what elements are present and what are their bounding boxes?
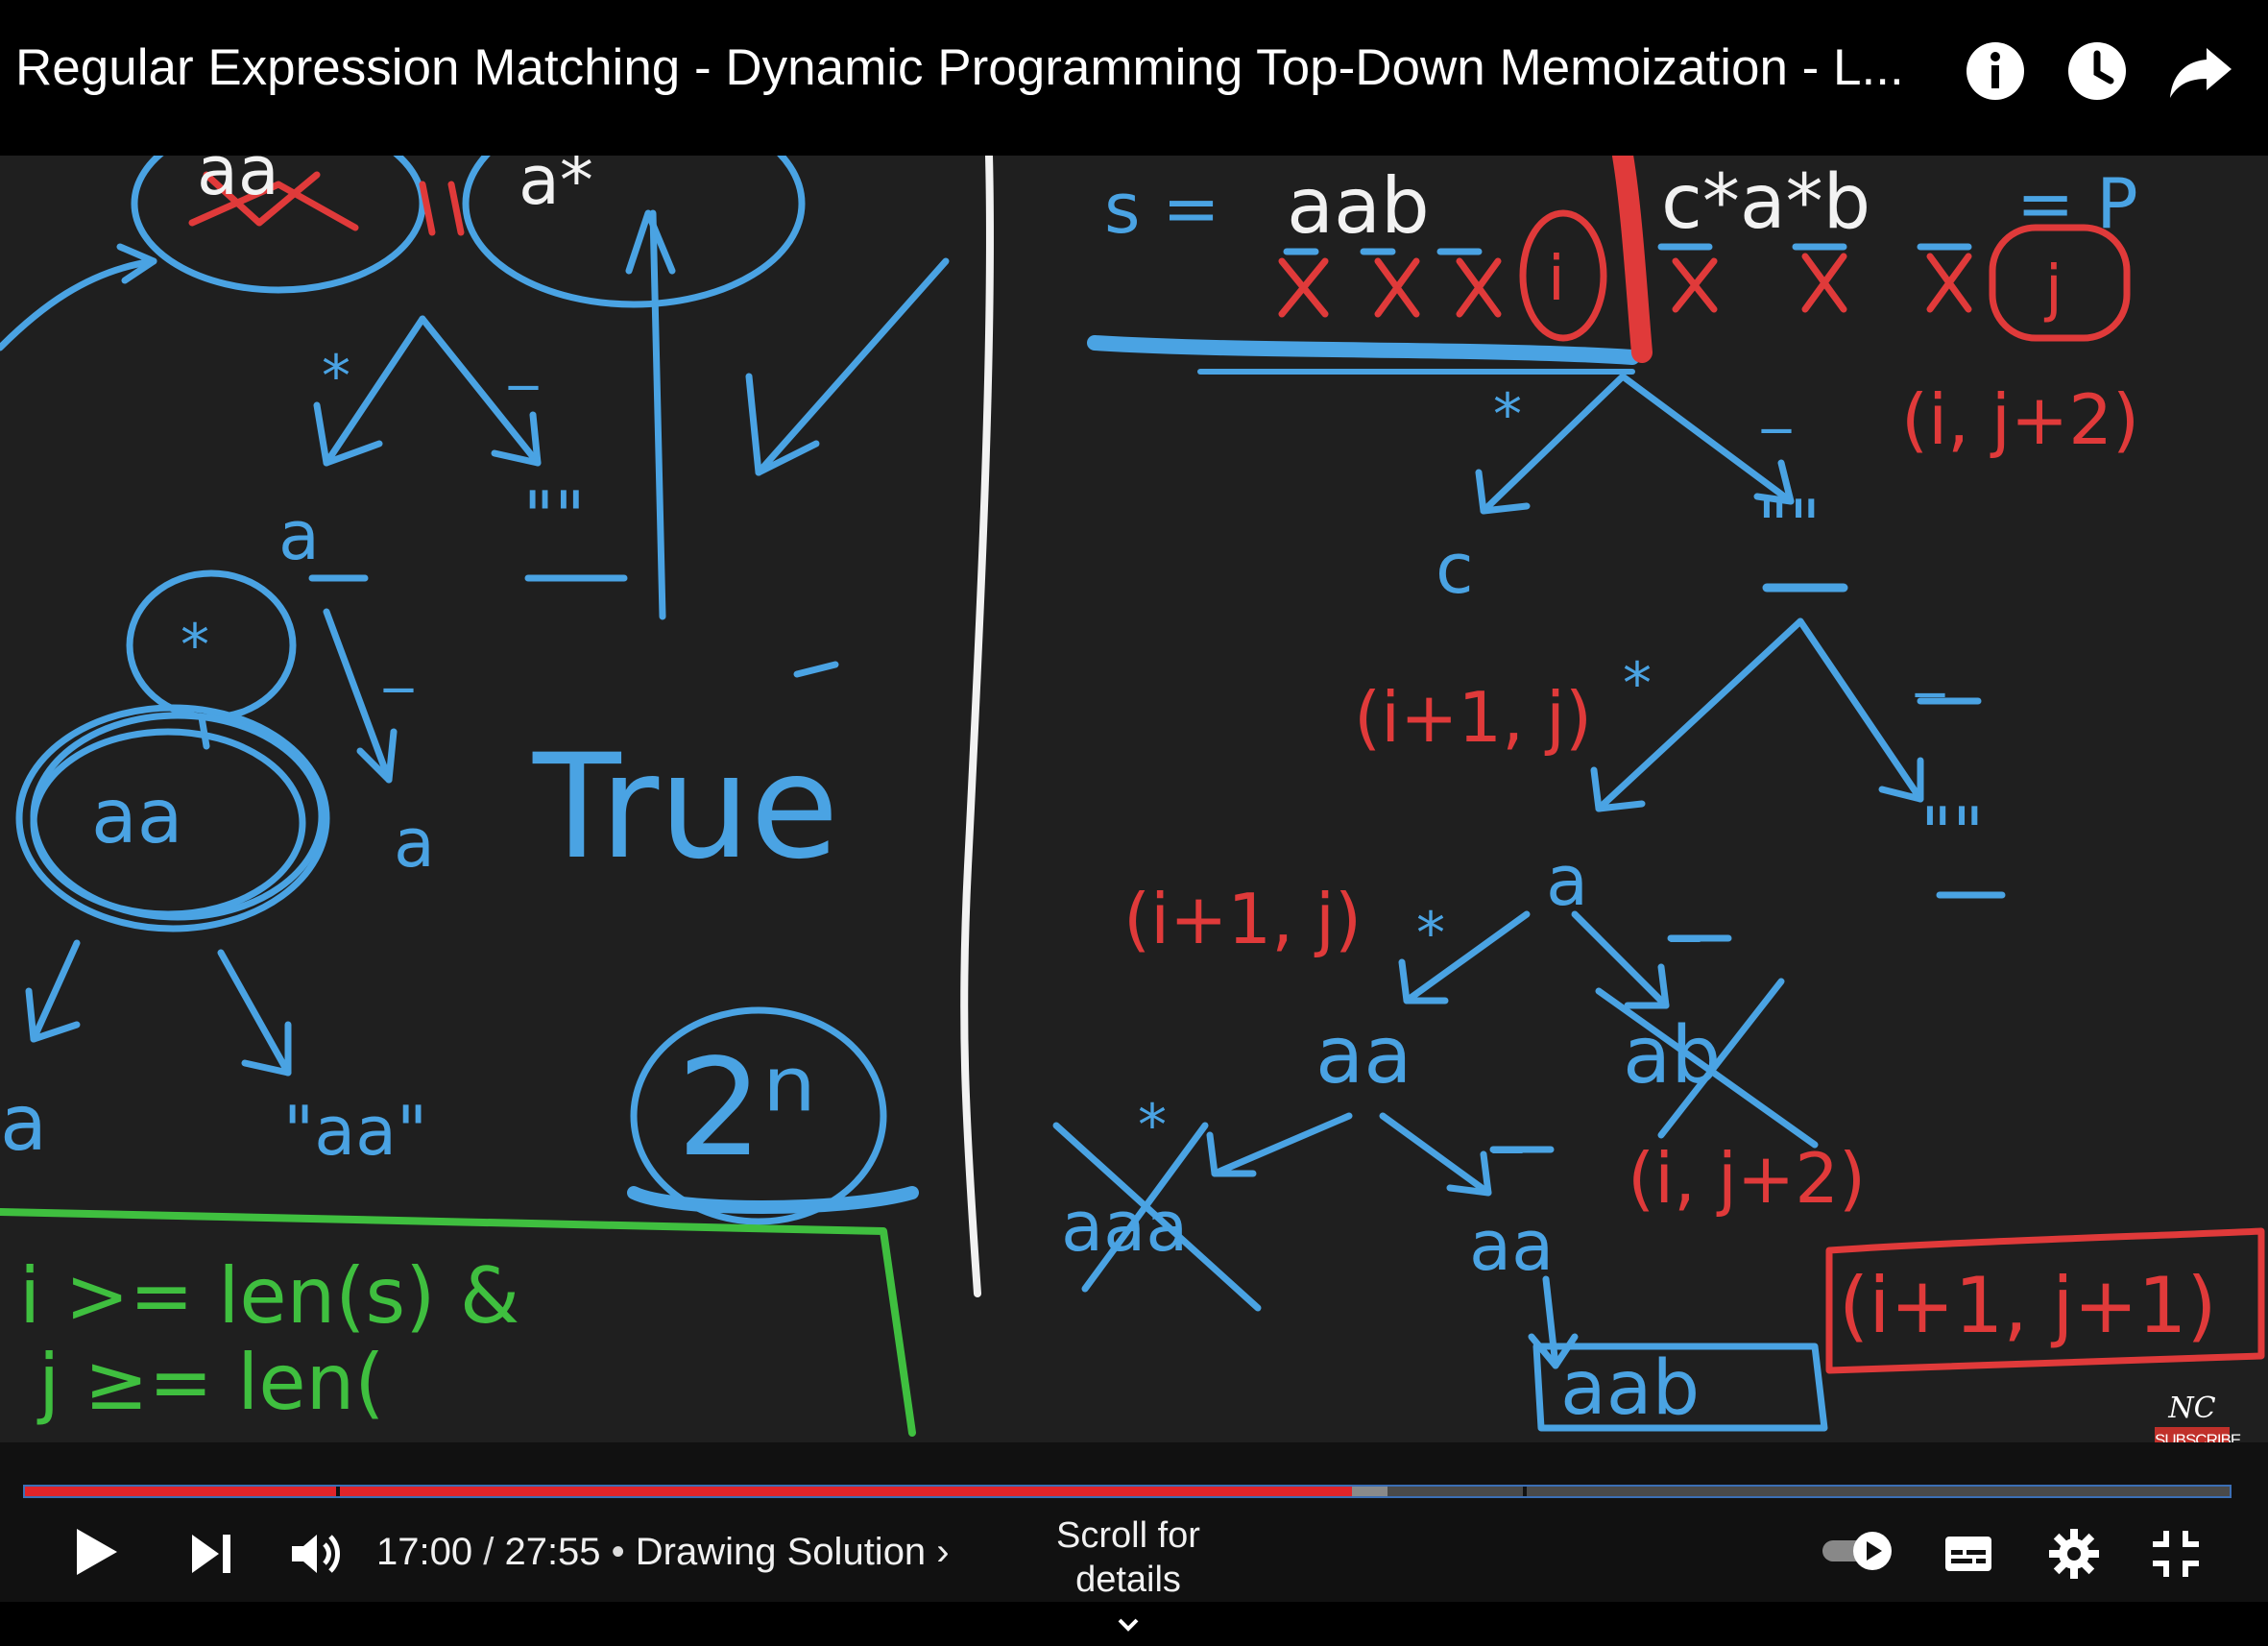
chapter-marker — [1523, 1487, 1527, 1496]
share-icon[interactable] — [2160, 31, 2241, 111]
info-icon[interactable] — [1955, 31, 2036, 111]
star4-label: * — [1138, 1092, 1167, 1159]
dash4-label: _ — [1492, 1087, 1523, 1154]
subscribe-badge[interactable]: SUBSCRIBE — [2155, 1427, 2241, 1442]
left-node-a3: a — [0, 1078, 47, 1168]
video-title[interactable]: Regular Expression Matching - Dynamic Pr… — [15, 35, 1926, 102]
note-i-j2-bottom: (i, j+2) — [1628, 1138, 1866, 1219]
whiteboard-video-frame[interactable]: aa a* * _ a "" * aa a _ a "aa" True 2ⁿ i… — [0, 156, 2268, 1442]
board-divider — [960, 156, 994, 1297]
pointer-j: j — [2043, 254, 2063, 325]
time-display: 17:00 / 27:55 • Drawing Solution › — [376, 1531, 950, 1573]
left-node-empty: "" — [523, 477, 585, 556]
s-string: aab — [1287, 161, 1430, 251]
node-aab: aab — [1560, 1345, 1700, 1432]
star3-label: * — [1416, 900, 1445, 967]
dash1-label: _ — [1761, 367, 1792, 434]
note-i1-j-b: (i+1, j) — [1123, 879, 1362, 959]
exit-fullscreen-icon[interactable] — [2147, 1525, 2205, 1583]
node-a: a — [1546, 840, 1588, 921]
volume-icon[interactable] — [286, 1525, 344, 1583]
progress-bar[interactable] — [23, 1485, 2232, 1498]
complexity-label: 2ⁿ — [677, 1030, 816, 1187]
left-node-star: * — [181, 612, 209, 679]
left-node-a: a — [278, 496, 320, 575]
captions-icon[interactable] — [1942, 1527, 1995, 1581]
current-time: 17:00 — [376, 1531, 473, 1573]
p-label: = P — [2016, 163, 2138, 244]
channel-logo: NC — [2168, 1392, 2216, 1425]
chapter-chevron-icon[interactable]: › — [926, 1531, 949, 1573]
note-i-j2-top: (i, j+2) — [1901, 379, 2139, 460]
left-token-aa: aa — [197, 156, 279, 210]
watch-later-icon[interactable] — [2057, 31, 2137, 111]
chapter-marker — [336, 1487, 340, 1496]
dash2-label: _ — [1915, 631, 1945, 698]
node-empty1: "" — [1757, 485, 1821, 566]
star1-label: * — [1493, 381, 1522, 448]
note-i1-j1: (i+1, j+1) — [1839, 1261, 2217, 1350]
settings-icon[interactable] — [2045, 1525, 2103, 1583]
chapter-title[interactable]: Drawing Solution — [636, 1531, 926, 1573]
scroll-hint-label: Scroll for details — [1056, 1515, 1200, 1600]
pointer-i: i — [1548, 244, 1565, 315]
whiteboard-drawing: aa a* * _ a "" * aa a _ a "aa" True 2ⁿ i… — [0, 156, 2265, 1437]
node-empty2: "" — [1920, 792, 1984, 873]
node-aaa-crossed: aaa — [1061, 1186, 1188, 1267]
s-label: s = — [1104, 168, 1220, 249]
left-underscore2-label: _ — [383, 626, 414, 693]
node-c: c — [1436, 528, 1474, 609]
progress-played — [25, 1487, 1353, 1496]
base-case-line2: j ≥= len( — [36, 1338, 385, 1427]
left-node-a2: a — [394, 804, 435, 883]
left-node-aa: aa — [91, 774, 183, 860]
scroll-for-details[interactable]: Scroll for details — [999, 1513, 1258, 1646]
left-star-label: * — [322, 343, 350, 410]
star2-label: * — [1623, 650, 1652, 717]
left-node-aa-quoted: "aa" — [283, 1092, 427, 1171]
node-ab-crossed: ab — [1623, 1010, 1721, 1101]
base-case-line1: i >= len(s) & — [19, 1251, 519, 1341]
duration: 27:55 — [504, 1531, 601, 1573]
note-i1-j-a: (i+1, j) — [1354, 677, 1592, 758]
left-token-astar: a* — [519, 156, 593, 220]
play-icon[interactable] — [67, 1523, 125, 1581]
channel-watermark[interactable]: NC SUBSCRIBE — [2155, 1392, 2241, 1442]
p-string: c*a*b — [1661, 159, 1870, 246]
autoplay-toggle[interactable] — [1821, 1527, 1897, 1575]
chevron-down-icon — [1118, 1618, 1139, 1632]
dash3-label: _ — [1670, 876, 1701, 943]
next-icon[interactable] — [184, 1527, 238, 1581]
player-controls: 17:00 / 27:55 • Drawing Solution › Scrol… — [0, 1442, 2268, 1632]
node-aa2: aa — [1469, 1205, 1554, 1286]
top-bar: Regular Expression Matching - Dynamic Pr… — [0, 0, 2268, 156]
left-true-label: True — [532, 724, 839, 891]
node-aa1: aa — [1315, 1010, 1412, 1101]
left-underscore-label: _ — [508, 324, 539, 391]
